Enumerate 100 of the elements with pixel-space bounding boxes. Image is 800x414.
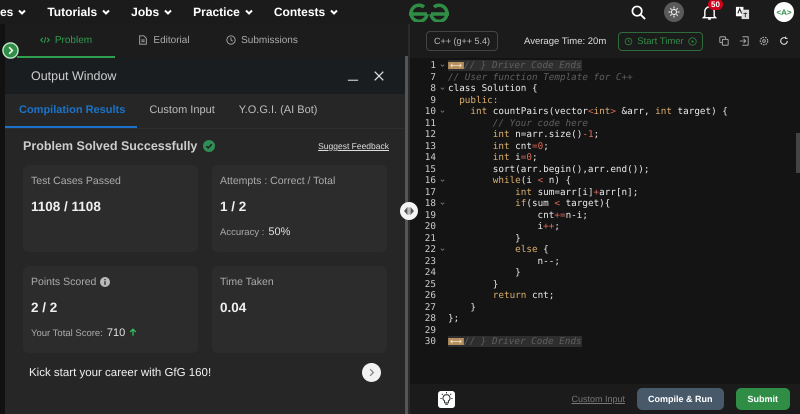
status-message: Problem Solved Successfully [23, 139, 198, 153]
line-number: 17 [424, 186, 436, 198]
line-number: 1 [429, 60, 436, 72]
language-dropdown[interactable]: C++ (g++ 5.4) [426, 31, 498, 51]
folded-code-marker-icon[interactable] [448, 62, 464, 70]
refresh-icon[interactable] [778, 36, 789, 46]
code-line: int n=arr.size()-1; [492, 129, 600, 140]
chevron-down-icon [163, 7, 174, 17]
code-line: public: [458, 94, 498, 106]
card-value: 2 / 2 [31, 300, 58, 315]
line-number: 8 [429, 83, 436, 94]
line-number: 18 [424, 198, 436, 210]
line-number: 12 [424, 129, 436, 140]
info-icon[interactable] [100, 277, 110, 287]
user-avatar[interactable]: <A> [774, 2, 794, 22]
folded-code-marker-icon[interactable] [448, 338, 464, 346]
line-number: 20 [424, 221, 436, 232]
line-number: 7 [429, 72, 436, 83]
card-title: Test Cases Passed [31, 175, 121, 187]
promo-text: Kick start your career with GfG 160! [29, 366, 212, 378]
chevron-down-icon [101, 7, 112, 17]
code-line: int cnt=0; [492, 140, 549, 152]
code-line: return cnt; [492, 290, 554, 302]
start-timer-button[interactable]: Start Timer [618, 32, 703, 50]
card-value: 1 / 2 [220, 199, 248, 214]
play-icon [688, 36, 697, 46]
expand-button[interactable] [2, 42, 19, 59]
card-value: 0.04 [220, 300, 248, 315]
card-note-label: Accuracy : [220, 227, 264, 238]
sun-icon[interactable] [664, 2, 684, 22]
chevron-right-button[interactable] [362, 363, 381, 382]
line-number: 13 [424, 140, 436, 152]
card-note-label: Your Total Score: [31, 328, 103, 339]
code-line: while(i < n) { [492, 175, 572, 186]
arrow-up-icon [129, 328, 138, 336]
code-line: i++; [536, 221, 560, 232]
resize-handle-icon[interactable] [400, 202, 418, 220]
close-icon[interactable] [373, 70, 385, 82]
import-icon[interactable] [738, 36, 749, 46]
chevron-down-icon [17, 7, 28, 17]
card-title: Attempts : Correct / Total [220, 175, 336, 187]
chevron-down-icon [244, 7, 254, 17]
code-line: int countPairs(vector<int> &arr, int target) { [469, 106, 728, 118]
translate-icon[interactable] [735, 4, 750, 20]
line-number: 25 [424, 278, 436, 290]
code-line: cnt+=n-i; [536, 210, 588, 221]
code-line: if(sum < target){ [514, 198, 610, 210]
problem-tab[interactable]: Submissions [213, 24, 311, 58]
line-number: 15 [424, 164, 436, 175]
line-number: 26 [424, 290, 436, 302]
output-tab[interactable]: Y.O.G.I. (AI Bot) [226, 94, 330, 128]
problem-tab[interactable]: Editorial [115, 24, 213, 58]
code-line: } [492, 278, 498, 290]
line-number: 14 [424, 152, 436, 164]
card-value: 1108 / 1108 [31, 199, 102, 214]
line-number: 21 [424, 232, 436, 244]
nav-menu-item[interactable]: Tutorials [47, 5, 112, 19]
average-time: Average Time: 20m [524, 36, 606, 46]
code-icon [40, 35, 50, 45]
line-number: 11 [424, 118, 436, 129]
code-line: // Your code here [492, 118, 588, 129]
line-number: 24 [424, 267, 436, 278]
card-note-value: 50% [268, 226, 290, 238]
check-circle-icon [203, 140, 216, 152]
feedback-link[interactable]: Suggest Feedback [318, 141, 389, 151]
line-number: 30 [424, 336, 436, 348]
submit-button[interactable]: Submit [736, 388, 790, 410]
line-number: 10 [424, 106, 436, 118]
line-number: 9 [429, 94, 436, 106]
logo-icon[interactable] [407, 2, 452, 22]
code-line: }; [448, 313, 460, 324]
output-tab[interactable]: Custom Input [137, 94, 227, 128]
clock-icon [226, 35, 236, 45]
line-number: 27 [424, 302, 436, 313]
line-number: 29 [424, 324, 436, 336]
custom-input-link[interactable]: Custom Input [571, 394, 625, 404]
nav-menu-item[interactable]: Jobs [131, 5, 174, 19]
code-line: int i=0; [492, 152, 538, 164]
copy-icon[interactable] [718, 36, 729, 46]
code-line: } [469, 302, 476, 313]
card-note-value: 710 [106, 327, 126, 339]
code-line: sort(arr.begin(),arr.end()); [492, 164, 650, 175]
compile-run-button[interactable]: Compile & Run [637, 388, 724, 410]
document-icon [138, 35, 148, 45]
code-line: n--; [536, 256, 560, 267]
code-line: else { [514, 244, 549, 256]
window-title: Output Window [31, 69, 116, 83]
notification-badge: 50 [708, 0, 723, 10]
nav-menu-item[interactable]: es [0, 5, 28, 19]
line-number: 22 [424, 244, 436, 256]
settings-icon[interactable] [758, 36, 769, 46]
code-line: } [514, 232, 521, 244]
code-line: } [514, 267, 521, 278]
clock-icon [624, 36, 634, 46]
search-icon[interactable] [631, 4, 646, 20]
nav-menu-item[interactable]: Contests [274, 5, 340, 19]
nav-menu-item[interactable]: Practice [193, 5, 254, 19]
lightbulb-button[interactable] [438, 390, 455, 408]
line-number: 28 [424, 313, 436, 324]
card-title: Points Scored [31, 276, 96, 288]
